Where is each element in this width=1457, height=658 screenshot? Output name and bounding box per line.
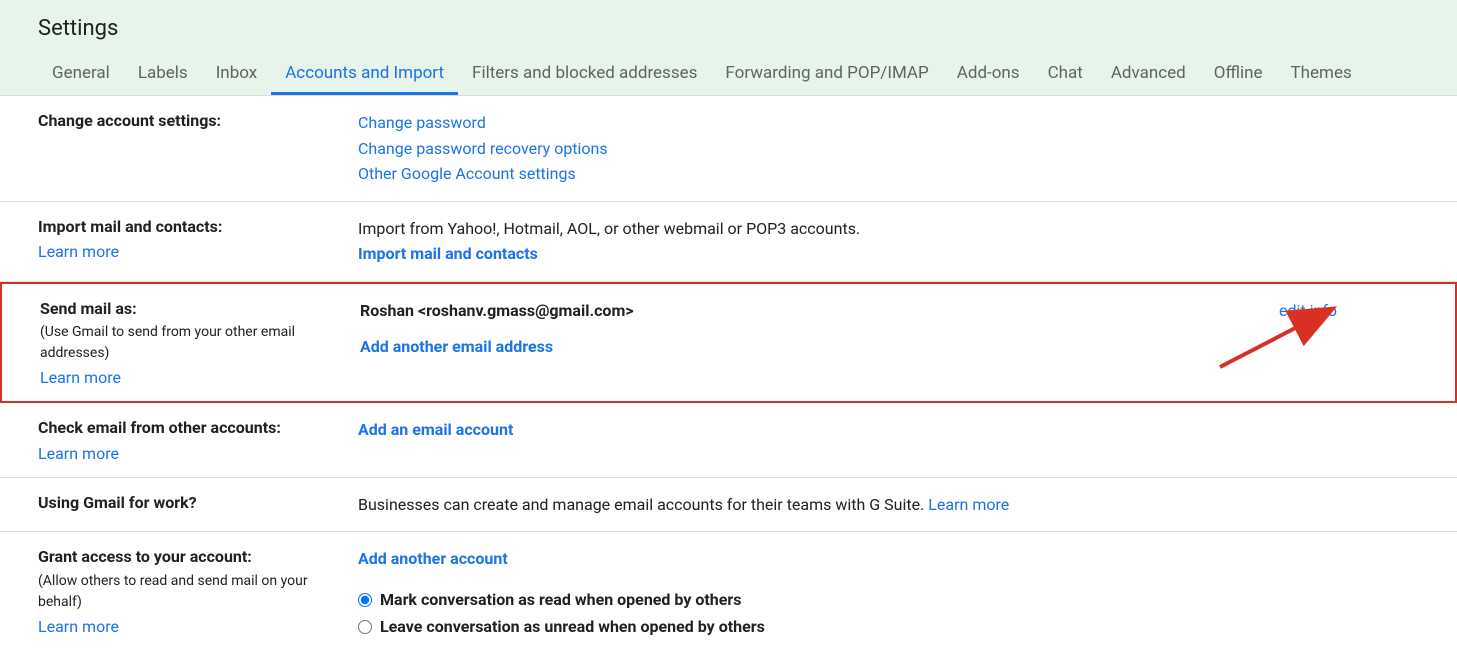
tab-addons[interactable]: Add-ons [943,53,1034,95]
leave-unread-label[interactable]: Leave conversation as unread when opened… [380,613,765,640]
grant-access-label: Grant access to your account: [38,546,338,568]
tab-general[interactable]: General [38,53,124,95]
add-email-link[interactable]: Add another email address [360,334,553,360]
tab-forwarding[interactable]: Forwarding and POP/IMAP [711,53,942,95]
gmail-work-desc: Businesses can create and manage email a… [358,495,928,514]
tab-accounts-import[interactable]: Accounts and Import [271,53,458,95]
add-another-account-link[interactable]: Add another account [358,546,1419,572]
tab-offline[interactable]: Offline [1200,53,1277,95]
import-mail-label: Import mail and contacts: [38,216,338,238]
add-email-account-link[interactable]: Add an email account [358,417,1419,443]
section-gmail-work: Using Gmail for work? Businesses can cre… [0,478,1457,533]
tab-labels[interactable]: Labels [124,53,202,95]
import-mail-learn-more[interactable]: Learn more [38,242,119,261]
tab-inbox[interactable]: Inbox [202,53,272,95]
tabs-bar: General Labels Inbox Accounts and Import… [0,53,1457,95]
grant-access-learn-more[interactable]: Learn more [38,617,119,636]
mark-read-label[interactable]: Mark conversation as read when opened by… [380,586,741,613]
send-mail-as-label: Send mail as: [40,298,340,320]
highlight-send-mail-as: Send mail as: (Use Gmail to send from yo… [0,282,1457,403]
section-grant-access: Grant access to your account: (Allow oth… [0,532,1457,654]
send-mail-as-learn-more[interactable]: Learn more [40,368,121,387]
send-mail-as-current: Roshan <roshanv.gmass@gmail.com> [360,298,1259,324]
section-check-email: Check email from other accounts: Learn m… [0,403,1457,477]
import-mail-action[interactable]: Import mail and contacts [358,241,1419,267]
check-email-learn-more[interactable]: Learn more [38,444,119,463]
other-settings-link[interactable]: Other Google Account settings [358,161,1419,187]
tab-chat[interactable]: Chat [1034,53,1097,95]
gmail-work-learn-more[interactable]: Learn more [928,495,1009,514]
change-account-label: Change account settings: [38,110,338,132]
change-password-link[interactable]: Change password [358,110,1419,136]
tab-advanced[interactable]: Advanced [1097,53,1200,95]
grant-access-note: (Allow others to read and send mail on y… [38,571,338,613]
section-change-account: Change account settings: Change password… [0,96,1457,202]
mark-read-radio[interactable] [358,593,372,607]
leave-unread-radio[interactable] [358,620,372,634]
gmail-work-label: Using Gmail for work? [38,492,338,514]
tab-filters[interactable]: Filters and blocked addresses [458,53,711,95]
page-title: Settings [0,16,1457,53]
check-email-label: Check email from other accounts: [38,417,338,439]
edit-info-link[interactable]: edit info [1279,298,1337,324]
send-mail-as-note: (Use Gmail to send from your other email… [40,322,340,364]
section-import-mail: Import mail and contacts: Learn more Imp… [0,202,1457,282]
change-recovery-link[interactable]: Change password recovery options [358,136,1419,162]
tab-themes[interactable]: Themes [1277,53,1366,95]
import-mail-desc: Import from Yahoo!, Hotmail, AOL, or oth… [358,216,1419,242]
